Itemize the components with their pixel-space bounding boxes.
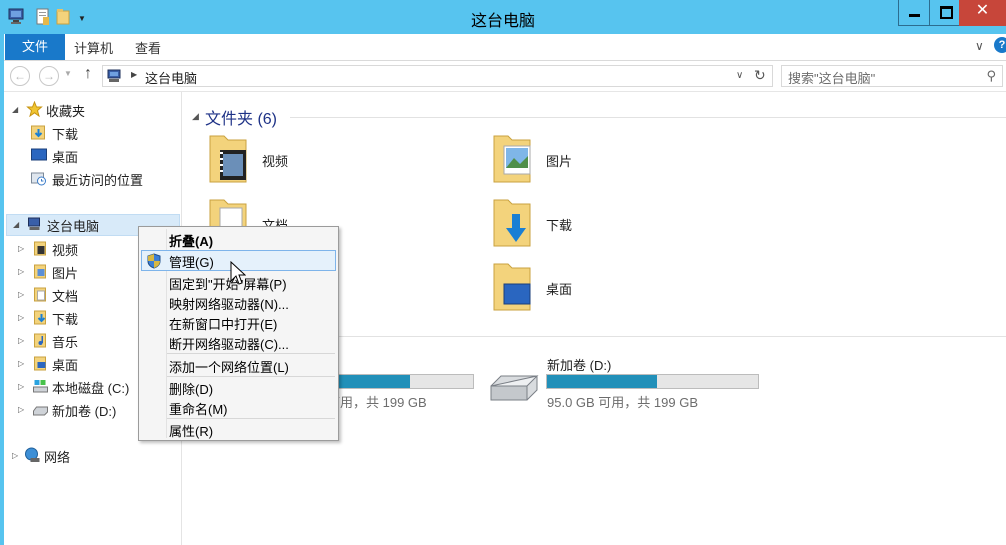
tab-computer[interactable]: 计算机 <box>74 38 113 57</box>
folder-desktop[interactable]: 桌面 <box>492 260 612 316</box>
pictures-folder-icon <box>34 264 46 279</box>
shield-icon <box>147 253 161 269</box>
help-icon[interactable]: ? <box>994 37 1006 53</box>
documents-folder-icon <box>34 287 46 302</box>
minimize-button[interactable] <box>898 0 930 26</box>
search-placeholder: 搜索"这台电脑" <box>788 71 876 86</box>
tree-item-desktop[interactable]: ▷ 桌面 <box>18 354 138 374</box>
downloads-folder-icon <box>34 310 46 325</box>
tree-item-downloads[interactable]: ▷ 下载 <box>18 308 138 328</box>
refresh-icon[interactable]: ↻ <box>754 67 766 84</box>
videos-folder-icon <box>209 135 247 183</box>
up-button[interactable]: ↑ <box>84 65 92 83</box>
forward-button[interactable]: → <box>39 66 59 86</box>
search-input[interactable]: 搜索"这台电脑" ⚲ <box>781 65 1003 87</box>
address-bar[interactable]: ▶ 这台电脑 ∨ ↻ <box>102 65 773 87</box>
network-icon <box>25 447 40 462</box>
menu-item-map-network-drive[interactable]: 映射网络驱动器(N)... <box>141 292 336 313</box>
music-folder-icon <box>34 333 46 348</box>
breadcrumb[interactable]: 这台电脑 <box>145 68 197 87</box>
recent-locations-icon[interactable]: ▼ <box>64 69 72 78</box>
collapsed-arrow-icon[interactable]: ▷ <box>18 290 24 299</box>
star-icon <box>26 101 43 117</box>
tree-item-videos[interactable]: ▷ 视频 <box>18 239 138 259</box>
desktop-icon <box>31 148 47 161</box>
mouse-cursor-icon <box>230 261 246 285</box>
expand-ribbon-icon[interactable]: ∨ <box>975 39 984 53</box>
collapse-group-icon[interactable]: ◢ <box>192 111 199 122</box>
tree-item-local-disk-c[interactable]: ▷ 本地磁盘 (C:) <box>18 377 142 397</box>
breadcrumb-separator-icon[interactable]: ▶ <box>131 70 137 79</box>
drive-d-usage-bar <box>546 374 759 389</box>
drive-d-usage-fill <box>547 375 657 388</box>
tree-item-music[interactable]: ▷ 音乐 <box>18 331 138 351</box>
downloads-folder-icon <box>493 199 531 247</box>
title-bar: ▼ 这台电脑 ✕ <box>0 0 1006 34</box>
search-icon[interactable]: ⚲ <box>986 68 996 84</box>
menu-item-disconnect-network-drive[interactable]: 断开网络驱动器(C)... <box>141 332 336 353</box>
tree-item-pictures[interactable]: ▷ 图片 <box>18 262 138 282</box>
menu-separator <box>167 353 335 354</box>
collapsed-arrow-icon[interactable]: ▷ <box>18 244 24 253</box>
close-button[interactable]: ✕ <box>959 0 1006 26</box>
hard-drive-icon <box>33 406 48 416</box>
folder-pictures[interactable]: 图片 <box>492 132 612 188</box>
menu-item-delete[interactable]: 删除(D) <box>141 377 336 398</box>
collapsed-arrow-icon[interactable]: ▷ <box>18 359 24 368</box>
minimize-icon <box>909 14 920 17</box>
videos-folder-icon <box>34 241 46 256</box>
tab-file[interactable]: 文件 <box>5 34 65 60</box>
tree-item-new-volume-d[interactable]: ▷ 新加卷 (D:) <box>18 400 142 420</box>
expanded-arrow-icon[interactable]: ◢ <box>13 220 19 229</box>
menu-item-open-new-window[interactable]: 在新窗口中打开(E) <box>141 312 336 333</box>
tree-item-recent-places[interactable]: 最近访问的位置 <box>30 169 170 189</box>
collapsed-arrow-icon[interactable]: ▷ <box>18 313 24 322</box>
tree-item-desktop[interactable]: 桌面 <box>30 146 170 166</box>
tab-view[interactable]: 查看 <box>135 38 161 57</box>
menu-item-add-network-location[interactable]: 添加一个网络位置(L) <box>141 355 336 376</box>
group-divider <box>290 117 1006 118</box>
pictures-folder-icon <box>493 135 531 183</box>
desktop-folder-icon <box>34 356 46 371</box>
collapsed-arrow-icon[interactable]: ▷ <box>18 382 24 391</box>
menu-item-collapse[interactable]: 折叠(A) <box>141 229 336 250</box>
computer-icon <box>28 217 40 230</box>
maximize-button[interactable] <box>929 0 960 26</box>
downloads-folder-icon <box>31 125 45 140</box>
window-title: 这台电脑 <box>470 13 535 30</box>
navigation-bar: ← → ▼ ↑ ▶ 这台电脑 ∨ ↻ 搜索"这台电脑" ⚲ <box>4 61 1006 92</box>
tree-favorites[interactable]: ◢ 收藏夹 <box>12 100 172 120</box>
maximize-icon <box>940 6 953 19</box>
back-button[interactable]: ← <box>10 66 30 86</box>
tree-item-downloads[interactable]: 下载 <box>30 123 170 143</box>
menu-item-properties[interactable]: 属性(R) <box>141 419 336 440</box>
menu-item-rename[interactable]: 重命名(M) <box>141 397 336 418</box>
expanded-arrow-icon[interactable]: ◢ <box>12 105 18 114</box>
collapsed-arrow-icon[interactable]: ▷ <box>12 451 18 460</box>
desktop-folder-icon <box>493 263 531 311</box>
tree-network[interactable]: ▷ 网络 <box>12 446 132 466</box>
system-drive-icon <box>33 380 48 393</box>
ribbon-tabs: 文件 计算机 查看 ∨ ? <box>4 34 1006 61</box>
context-menu: 折叠(A) 管理(G) 固定到"开始"屏幕(P) 映射网络驱动器(N)... 在… <box>138 226 339 441</box>
address-history-icon[interactable]: ∨ <box>736 70 743 81</box>
folder-videos[interactable]: 视频 <box>208 132 328 188</box>
collapsed-arrow-icon[interactable]: ▷ <box>18 405 24 414</box>
collapsed-arrow-icon[interactable]: ▷ <box>18 267 24 276</box>
computer-icon <box>107 69 121 82</box>
collapsed-arrow-icon[interactable]: ▷ <box>18 336 24 345</box>
hard-drive-icon <box>490 375 539 401</box>
recent-places-icon <box>31 172 46 186</box>
tree-item-documents[interactable]: ▷ 文档 <box>18 285 138 305</box>
folders-group-header[interactable]: ◢ 文件夹 (6) <box>192 105 288 128</box>
folder-downloads[interactable]: 下载 <box>492 196 612 252</box>
